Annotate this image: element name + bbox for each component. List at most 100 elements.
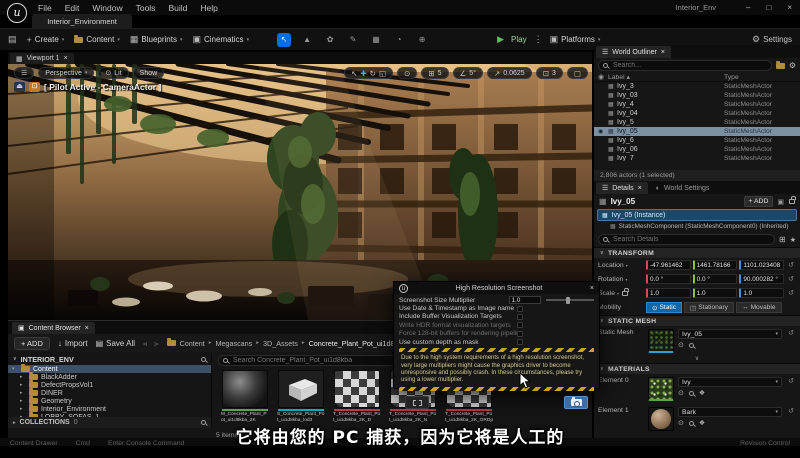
perspective-button[interactable]: Perspective▾ <box>38 67 94 79</box>
asset-tile[interactable]: S_Concrete_Plant_Pot_ui1d8kba_lod3 <box>276 370 326 428</box>
location-z-field[interactable]: 1101.023408 <box>739 260 784 270</box>
scale-z-field[interactable]: 1.0 <box>739 288 784 298</box>
breadcrumb-3d-assets[interactable]: 3D_Assets <box>263 339 298 348</box>
rotation-snap-control[interactable]: ∠5° <box>453 67 483 79</box>
checkbox[interactable] <box>517 339 523 345</box>
tree-item[interactable]: ▸DINER <box>8 389 211 397</box>
use-selected-icon[interactable]: ⊙ <box>678 389 684 397</box>
settings-button[interactable]: ⚙Settings <box>752 34 792 45</box>
outliner-row-selected[interactable]: ◉▦Ivy_05StaticMeshActor <box>594 127 800 136</box>
grid-view-icon[interactable]: ⊞ <box>779 235 786 244</box>
viewport-menu-button[interactable]: ☰ <box>14 67 34 79</box>
close-icon[interactable]: × <box>661 49 665 56</box>
tree-item[interactable]: ▸BlackAdder <box>8 373 211 381</box>
scale-y-field[interactable]: 1.0 <box>693 288 738 298</box>
location-label[interactable]: Location▾ <box>598 262 644 269</box>
reset-material-1-icon[interactable]: ↺ <box>786 407 796 415</box>
sources-header[interactable]: ∨ INTERIOR_ENV <box>8 353 211 365</box>
specify-region-button[interactable] <box>405 396 429 409</box>
outliner-row[interactable]: ◉▦Ivy_06StaticMeshActor <box>594 145 800 154</box>
camera-speed-control[interactable]: ⊡3 <box>536 67 563 79</box>
tree-item-content[interactable]: ▾Content <box>8 365 211 373</box>
lit-button[interactable]: ⊙Lit <box>98 67 128 79</box>
mode-foliage-icon[interactable]: ✿ <box>323 33 337 47</box>
type-column-header[interactable]: Type <box>724 74 796 81</box>
favorites-icon[interactable]: ★ <box>790 236 796 244</box>
reset-material-0-icon[interactable]: ↺ <box>786 377 796 385</box>
reset-rotation-icon[interactable]: ↺ <box>786 275 796 283</box>
scale-x-field[interactable]: 1.0 <box>646 288 691 298</box>
reset-location-icon[interactable]: ↺ <box>786 261 796 269</box>
breadcrumb-megascans[interactable]: Megascans <box>216 339 253 348</box>
lock-icon[interactable] <box>789 199 795 204</box>
multiplier-slider[interactable] <box>546 299 594 301</box>
outliner-row[interactable]: ◉▦Ivy_6StaticMeshActor <box>594 136 800 145</box>
browse-icon[interactable]: ▣ <box>777 198 784 206</box>
add-component-button[interactable]: + ADD <box>744 196 774 207</box>
details-search-input[interactable] <box>598 234 775 245</box>
details-tab[interactable]: ☰Details× <box>596 182 648 194</box>
label-column-header[interactable]: Label ▴ <box>608 73 724 81</box>
tree-item[interactable]: ▸DefectPropsVol1 <box>8 381 211 389</box>
outliner-row[interactable]: ◉▦Ivy_3StaticMeshActor <box>594 82 800 91</box>
minimize-button[interactable]: – <box>746 3 750 12</box>
breadcrumb-current-folder[interactable]: Concrete_Plant_Pot_ui1d8kba <box>309 339 407 348</box>
nav-back-icon[interactable]: ◃ <box>143 339 147 348</box>
close-button[interactable]: × <box>787 3 792 12</box>
menu-window[interactable]: Window <box>92 3 122 13</box>
component-row[interactable]: ▦ StaticMeshComponent (StaticMeshCompone… <box>594 221 800 232</box>
static-mesh-section-header[interactable]: ∨STATIC MESH <box>594 315 800 326</box>
dialog-close-icon[interactable]: × <box>590 285 594 292</box>
rotation-label[interactable]: Rotation▾ <box>598 276 644 283</box>
maximize-button[interactable]: □ <box>766 3 771 12</box>
grid-snap-control[interactable]: ⊞5 <box>421 67 448 79</box>
import-button[interactable]: ↓Import <box>58 339 88 348</box>
content-button[interactable]: Content▾ <box>74 35 120 44</box>
outliner-row[interactable]: ◉▦Ivy_03StaticMeshActor <box>594 91 800 100</box>
cinematics-button[interactable]: ▣Cinematics▾ <box>192 34 249 45</box>
platforms-button[interactable]: ▣Platforms▾ <box>550 34 601 45</box>
outliner-search-input[interactable] <box>598 60 772 71</box>
use-selected-icon[interactable]: ⊙ <box>678 341 684 349</box>
material-0-combobox[interactable]: Ivy▾ <box>678 377 782 387</box>
level-tab[interactable]: Interior_Environment <box>32 14 132 28</box>
menu-build[interactable]: Build <box>168 3 187 13</box>
outliner-row[interactable]: ◉▦Ivy_5StaticMeshActor <box>594 118 800 127</box>
location-x-field[interactable]: -47.961462 <box>646 260 691 270</box>
transform-section-header[interactable]: ∨TRANSFORM <box>594 247 800 258</box>
scale-lock-icon[interactable] <box>622 291 628 296</box>
menu-tools[interactable]: Tools <box>136 3 156 13</box>
location-y-field[interactable]: 1461.78166 <box>693 260 738 270</box>
find-in-browser-icon[interactable] <box>689 343 694 348</box>
close-icon[interactable]: × <box>64 55 68 62</box>
expand-section-chevron[interactable]: ∨ <box>594 356 800 363</box>
mobility-movable-button[interactable]: ↔Movable <box>736 302 782 313</box>
mode-brush-icon[interactable]: ⊕ <box>415 33 429 47</box>
outliner-row[interactable]: ◉▦Ivy_04StaticMeshActor <box>594 109 800 118</box>
rotation-x-field[interactable]: 0.0 ° <box>646 274 691 284</box>
search-icon[interactable] <box>201 357 206 362</box>
play-options-kebab-icon[interactable]: ⋮ <box>534 34 543 45</box>
blueprints-button[interactable]: ▦Blueprints▾ <box>130 34 183 45</box>
materials-section-header[interactable]: ∨MATERIALS <box>594 363 800 374</box>
move-tool-icon[interactable]: ✚ <box>360 69 366 78</box>
reset-static-mesh-icon[interactable]: ↺ <box>786 329 796 337</box>
camera-lock-icon[interactable]: ⊡ <box>29 82 40 92</box>
close-icon[interactable]: × <box>638 185 642 192</box>
add-button[interactable]: + ADD <box>14 337 50 350</box>
viewport-panel[interactable]: ▦ Viewport 1 × <box>8 52 592 320</box>
mode-select-icon[interactable]: ↖ <box>277 33 291 47</box>
viewport-tab[interactable]: ▦ Viewport 1 × <box>10 53 74 64</box>
mode-modeling-icon[interactable]: ▦ <box>369 33 383 47</box>
multiplier-value-field[interactable] <box>509 296 541 304</box>
mode-mesh-paint-icon[interactable]: ✎ <box>346 33 360 47</box>
instance-row[interactable]: ▦ Ivy_05 (Instance) <box>597 209 797 221</box>
outliner-row[interactable]: ◉▦Ivy_7StaticMeshActor <box>594 154 800 161</box>
mobility-stationary-button[interactable]: ◫Stationary <box>684 302 734 313</box>
create-button[interactable]: +Create▾ <box>27 35 65 45</box>
scale-tool-icon[interactable]: ◱ <box>379 69 386 78</box>
reset-scale-icon[interactable]: ↺ <box>786 289 796 297</box>
mode-fracture-icon[interactable]: ◔ <box>392 33 406 47</box>
save-icon[interactable]: ▤ <box>8 34 17 45</box>
capture-button[interactable] <box>564 396 588 409</box>
